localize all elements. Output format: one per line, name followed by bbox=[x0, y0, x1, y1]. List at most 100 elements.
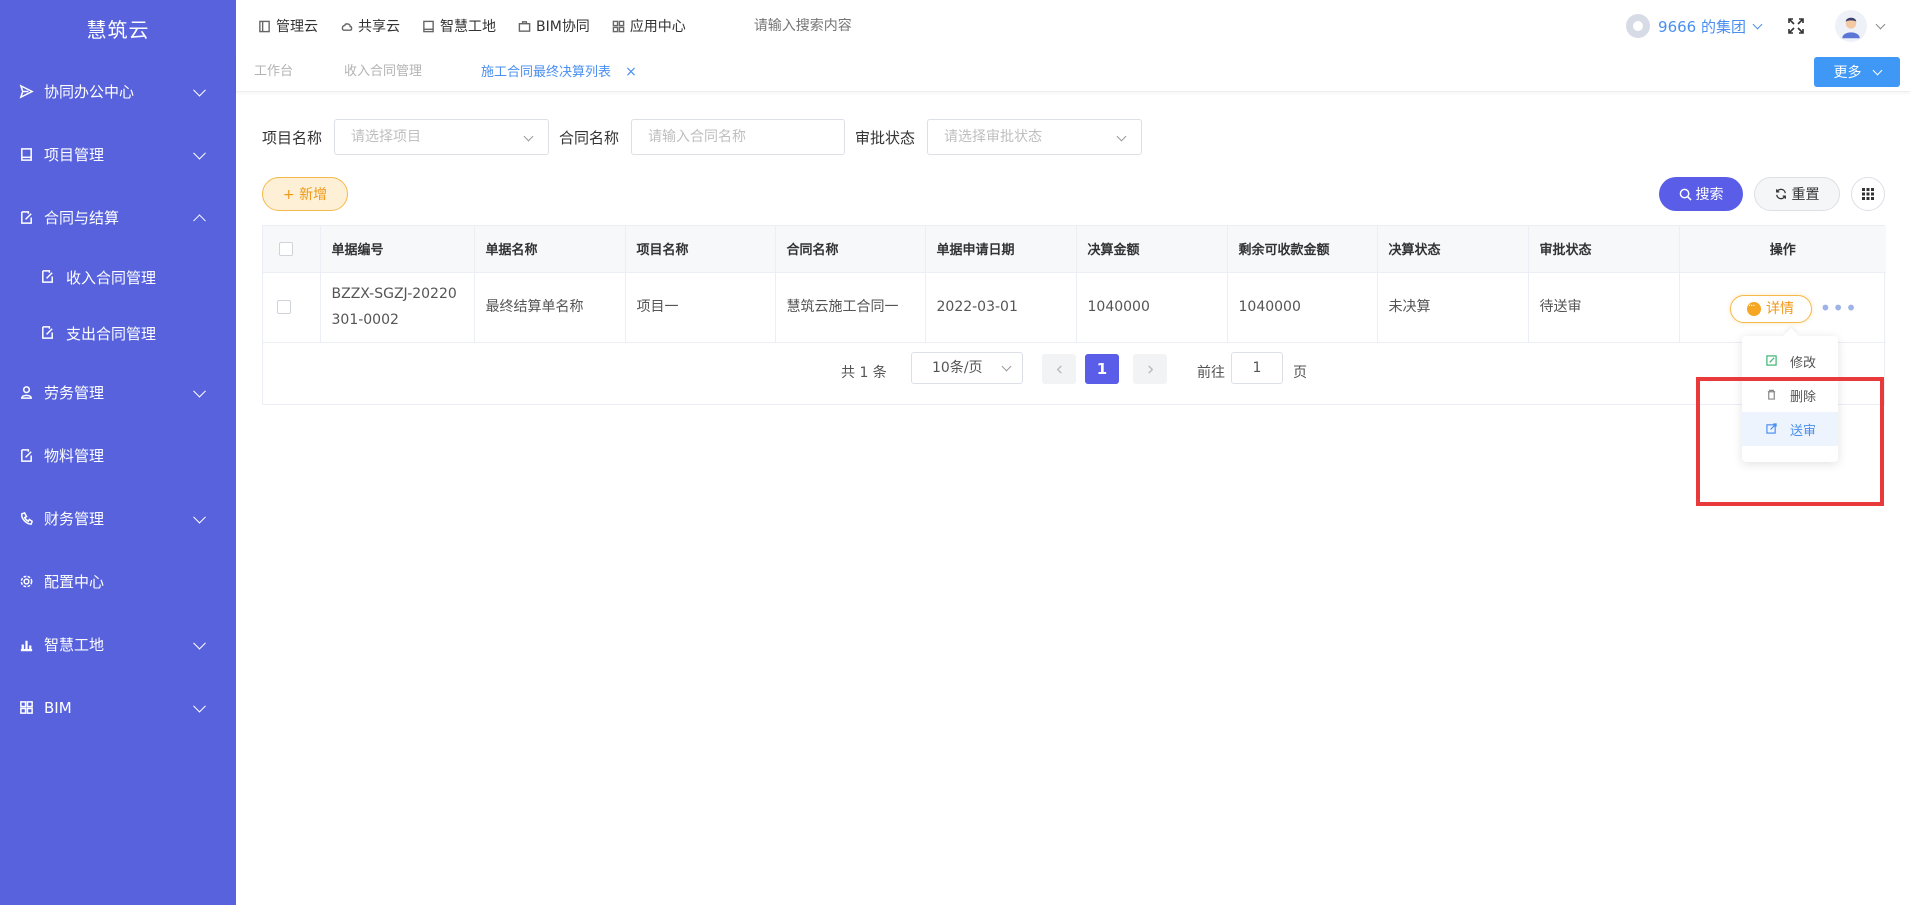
fullscreen-icon[interactable] bbox=[1787, 17, 1805, 35]
sidebar-item-project[interactable]: 项目管理 bbox=[0, 123, 236, 186]
column-header: 审批状态 bbox=[1528, 226, 1680, 273]
total-count: 共 1 条 bbox=[841, 365, 887, 381]
trash-icon bbox=[1766, 389, 1778, 401]
sidebar-item-material[interactable]: 物料管理 bbox=[0, 424, 236, 487]
book-icon bbox=[259, 20, 270, 32]
cloud-icon bbox=[341, 22, 353, 31]
approve-status-cell: 待送审 bbox=[1528, 272, 1680, 343]
next-page-button[interactable] bbox=[1133, 354, 1167, 384]
sidebar-subitem-label: 收入合同管理 bbox=[66, 268, 157, 287]
sidebar-item-finance[interactable]: 财务管理 bbox=[0, 487, 236, 550]
sidebar-subitem-expense-contract[interactable]: 支出合同管理 bbox=[0, 305, 236, 361]
refresh-icon bbox=[1775, 188, 1786, 200]
project-filter-label: 项目名称 bbox=[262, 128, 323, 147]
top-link-smart-site[interactable]: 智慧工地 bbox=[422, 16, 496, 36]
chevron-down-icon bbox=[193, 146, 206, 160]
contract-name-input[interactable] bbox=[631, 119, 846, 155]
tab-workbench[interactable]: 工作台 bbox=[254, 52, 293, 92]
worker-icon bbox=[18, 385, 34, 401]
column-header: 单据编号 bbox=[320, 226, 475, 273]
gear-icon bbox=[18, 574, 34, 590]
chevron-down-icon bbox=[1116, 131, 1127, 142]
chevron-down-icon bbox=[193, 699, 206, 713]
project-select[interactable]: 请选择项目 bbox=[334, 119, 550, 155]
top-link-app-center[interactable]: 应用中心 bbox=[612, 16, 686, 36]
sidebar-subitem-income-contract[interactable]: 收入合同管理 bbox=[0, 249, 236, 305]
grid-icon bbox=[18, 700, 34, 716]
chevron-down-icon bbox=[1752, 19, 1763, 29]
doc-name-cell: 最终结算单名称 bbox=[474, 272, 626, 343]
sidebar-item-label: 合同与结算 bbox=[44, 209, 120, 227]
sidebar-item-labor[interactable]: 劳务管理 bbox=[0, 361, 236, 424]
send-icon bbox=[18, 84, 34, 100]
more-tabs-button[interactable]: 更多 bbox=[1814, 57, 1900, 87]
project-select-placeholder: 请选择项目 bbox=[351, 129, 422, 145]
menu-item-label: 修改 bbox=[1790, 355, 1817, 371]
top-link-label: BIM协同 bbox=[536, 19, 590, 35]
menu-item-delete[interactable]: 删除 bbox=[1742, 378, 1838, 412]
top-link-label: 共享云 bbox=[358, 19, 400, 35]
contract-filter-label: 合同名称 bbox=[559, 128, 620, 147]
global-search-input[interactable] bbox=[753, 18, 974, 34]
reset-button-label: 重置 bbox=[1791, 187, 1820, 203]
edit-icon bbox=[18, 448, 34, 464]
column-header: 决算状态 bbox=[1377, 226, 1529, 273]
search-icon bbox=[1679, 188, 1692, 201]
submit-icon bbox=[1766, 423, 1778, 435]
row-actions-dropdown: 修改 删除 送审 bbox=[1742, 336, 1838, 462]
avatar[interactable] bbox=[1835, 10, 1867, 42]
sidebar-item-config[interactable]: 配置中心 bbox=[0, 550, 236, 613]
sidebar-item-office[interactable]: 协同办公中心 bbox=[0, 60, 236, 123]
sidebar-item-label: 物料管理 bbox=[44, 447, 105, 465]
close-icon[interactable]: × bbox=[625, 64, 637, 80]
chevron-down-icon bbox=[523, 131, 534, 142]
column-header: 项目名称 bbox=[625, 226, 776, 273]
tab-income-contract[interactable]: 收入合同管理 bbox=[344, 52, 422, 92]
row-checkbox[interactable] bbox=[277, 300, 291, 314]
chevron-down-icon[interactable] bbox=[1875, 19, 1886, 29]
top-link-management-cloud[interactable]: 管理云 bbox=[258, 16, 318, 36]
column-settings-button[interactable] bbox=[1851, 177, 1885, 211]
top-link-share-cloud[interactable]: 共享云 bbox=[340, 16, 400, 36]
chevron-left-icon bbox=[1056, 364, 1062, 374]
reset-button[interactable]: 重置 bbox=[1754, 177, 1840, 211]
sidebar-item-smart-site[interactable]: 智慧工地 bbox=[0, 613, 236, 676]
sidebar-item-contract[interactable]: 合同与结算 bbox=[0, 186, 236, 249]
edit-icon bbox=[40, 269, 56, 285]
prev-page-button[interactable] bbox=[1042, 354, 1076, 384]
sidebar-item-bim[interactable]: BIM bbox=[0, 676, 236, 739]
search-button-label: 搜索 bbox=[1695, 187, 1724, 203]
goto-page-input[interactable] bbox=[1231, 352, 1283, 384]
grid-icon bbox=[612, 20, 625, 32]
filter-row: 项目名称 请选择项目 合同名称 审批状态 请选择审批状态 bbox=[262, 119, 1152, 155]
page-suffix: 页 bbox=[1293, 365, 1307, 381]
goto-label: 前往 bbox=[1197, 365, 1225, 381]
menu-item-edit[interactable]: 修改 bbox=[1742, 344, 1838, 378]
menu-item-label: 删除 bbox=[1790, 389, 1817, 405]
detail-button[interactable]: 详情 bbox=[1729, 294, 1812, 323]
add-button[interactable]: + 新增 bbox=[262, 177, 348, 211]
menu-item-submit-review[interactable]: 送审 bbox=[1742, 412, 1838, 446]
more-actions-icon[interactable]: ••• bbox=[1820, 295, 1858, 321]
pagination: 共 1 条 10条/页 1 前往 页 bbox=[263, 342, 1884, 406]
tab-final-settlement-list[interactable]: 施工合同最终决算列表 × bbox=[481, 52, 637, 92]
page-size-select[interactable]: 10条/页 bbox=[911, 352, 1023, 384]
org-icon bbox=[1626, 14, 1651, 38]
select-all-checkbox[interactable] bbox=[279, 241, 293, 256]
page-number-current[interactable]: 1 bbox=[1085, 354, 1119, 384]
chevron-right-icon bbox=[1147, 364, 1153, 374]
chevron-down-icon bbox=[193, 384, 206, 398]
top-link-bim[interactable]: BIM协同 bbox=[518, 16, 590, 36]
sidebar-item-label: BIM bbox=[44, 698, 72, 717]
sidebar-item-label: 项目管理 bbox=[44, 146, 105, 164]
chevron-up-icon bbox=[193, 213, 206, 227]
search-button[interactable]: 搜索 bbox=[1659, 177, 1743, 211]
sidebar-item-label: 智慧工地 bbox=[44, 636, 105, 654]
org-switcher[interactable]: 9666 的集团 bbox=[1626, 14, 1763, 38]
approval-status-select[interactable]: 请选择审批状态 bbox=[927, 119, 1143, 155]
approval-status-label: 审批状态 bbox=[855, 128, 916, 147]
grid-icon bbox=[1862, 188, 1874, 200]
status-select-placeholder: 请选择审批状态 bbox=[944, 129, 1043, 145]
table-header-row: 单据编号 单据名称 项目名称 合同名称 单据申请日期 决算金额 剩余可收款金额 … bbox=[263, 226, 1886, 273]
operations-cell: 详情 ••• bbox=[1679, 272, 1886, 343]
